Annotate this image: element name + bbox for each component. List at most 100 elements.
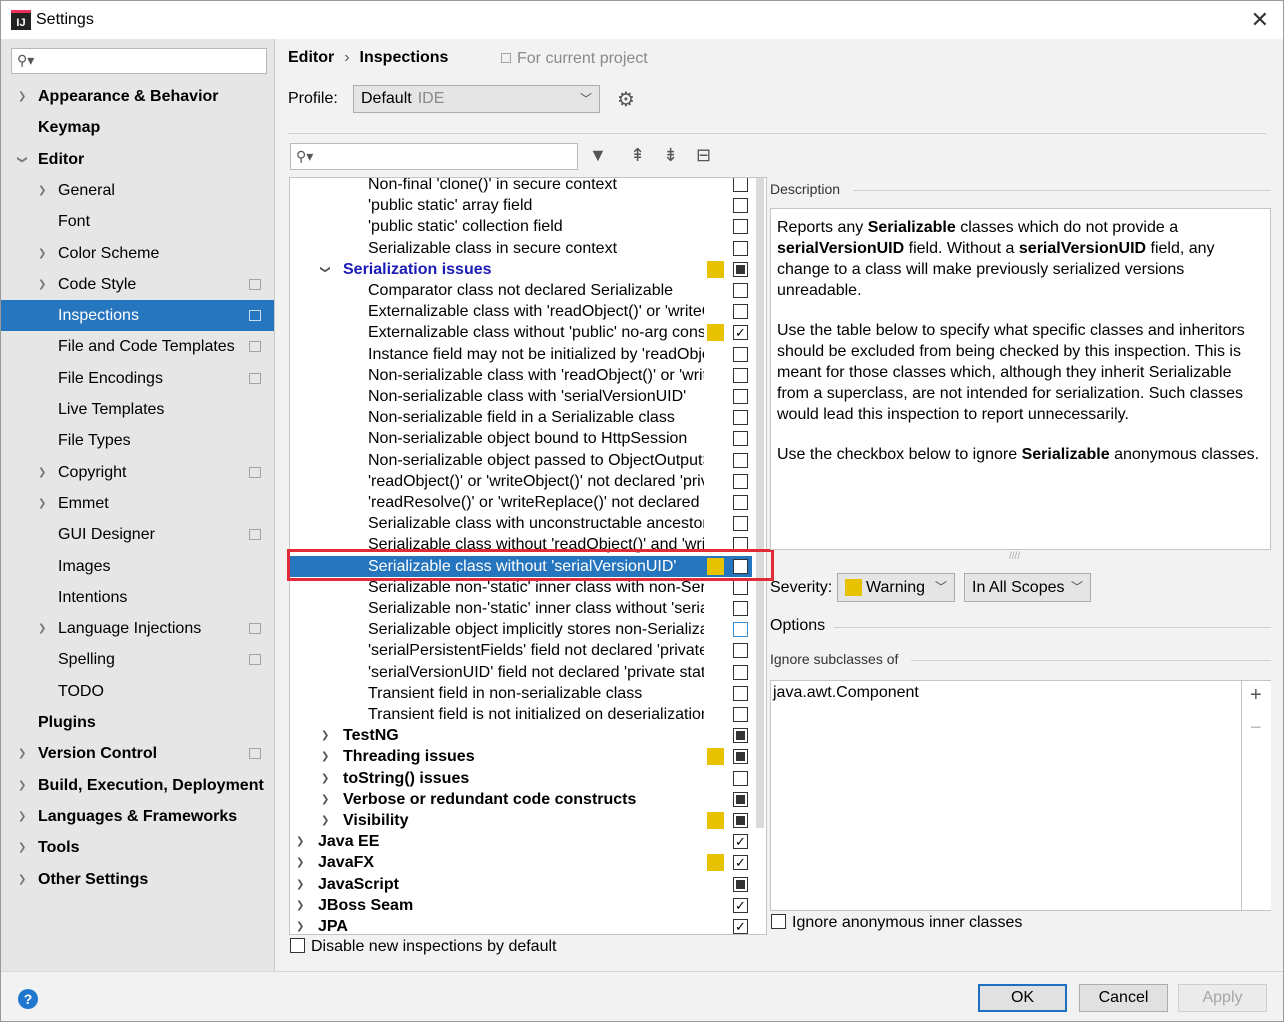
inspection-group-row[interactable]: ❯ Threading issues	[290, 746, 752, 767]
sidebar-item-build-execution-deployment[interactable]: ❯ Build, Execution, Deployment	[1, 770, 274, 801]
chevron-right-icon[interactable]: ❯	[296, 831, 304, 852]
enable-checkbox[interactable]	[733, 178, 748, 192]
close-icon[interactable]: ✕	[1251, 7, 1269, 33]
cancel-button[interactable]: Cancel	[1079, 984, 1168, 1012]
sidebar-item-emmet[interactable]: ❯ Emmet	[1, 488, 274, 519]
chevron-right-icon[interactable]: ❯	[321, 746, 329, 767]
enable-checkbox[interactable]	[733, 261, 748, 277]
inspection-row[interactable]: Non-serializable class with 'readObject(…	[290, 365, 752, 386]
enable-checkbox[interactable]	[733, 685, 748, 701]
sidebar-item-font[interactable]: Font	[1, 206, 274, 237]
enable-checkbox[interactable]	[733, 346, 748, 362]
chevron-right-icon[interactable]: ❯	[18, 81, 26, 112]
inspection-group-row[interactable]: ❯ JavaScript	[290, 874, 752, 895]
inspection-group-row[interactable]: ❯ Verbose or redundant code constructs	[290, 789, 752, 810]
scrollbar-thumb[interactable]	[756, 178, 764, 828]
sidebar-item-editor[interactable]: ❮ Editor	[1, 144, 274, 175]
checkbox-box[interactable]	[771, 914, 786, 929]
enable-checkbox[interactable]: ✓	[733, 897, 748, 913]
enable-checkbox[interactable]	[733, 198, 748, 214]
chevron-right-icon[interactable]: ❯	[38, 488, 46, 519]
enable-checkbox[interactable]	[733, 410, 748, 426]
enable-checkbox[interactable]	[733, 622, 748, 638]
disable-new-inspections-checkbox[interactable]: Disable new inspections by default	[290, 938, 556, 956]
sidebar-item-other-settings[interactable]: ❯ Other Settings	[1, 864, 274, 895]
sidebar-item-spelling[interactable]: Spelling	[1, 644, 274, 675]
collapse-all-icon[interactable]: ⇟	[663, 145, 678, 166]
severity-dropdown[interactable]: Warning ﹀	[837, 573, 955, 602]
enable-checkbox[interactable]	[733, 770, 748, 786]
enable-checkbox[interactable]	[733, 219, 748, 235]
sidebar-item-appearance-behavior[interactable]: ❯ Appearance & Behavior	[1, 81, 274, 112]
enable-checkbox[interactable]	[733, 643, 748, 659]
chevron-right-icon[interactable]: ❯	[18, 832, 26, 863]
sidebar-item-live-templates[interactable]: Live Templates	[1, 394, 274, 425]
enable-checkbox[interactable]: ✓	[733, 855, 748, 871]
enable-checkbox[interactable]	[733, 516, 748, 532]
inspection-row[interactable]: Non-serializable object bound to HttpSes…	[290, 428, 752, 449]
ok-button[interactable]: OK	[978, 984, 1067, 1012]
inspection-row[interactable]: 'serialPersistentFields' field not decla…	[290, 640, 752, 661]
sidebar-item-todo[interactable]: TODO	[1, 676, 274, 707]
inspection-group-row[interactable]: ❯ JBoss Seam ✓	[290, 895, 752, 916]
chevron-right-icon[interactable]: ❯	[321, 810, 329, 831]
inspection-row[interactable]: 'public static' collection field	[290, 216, 752, 237]
chevron-right-icon[interactable]: ❯	[321, 725, 329, 746]
chevron-right-icon[interactable]: ❯	[38, 269, 46, 300]
inspection-row[interactable]: Serializable class in secure context	[290, 238, 752, 259]
sidebar-item-file-types[interactable]: File Types	[1, 425, 274, 456]
inspection-row[interactable]: Comparator class not declared Serializab…	[290, 280, 752, 301]
inspection-row[interactable]: Transient field in non-serializable clas…	[290, 683, 752, 704]
sidebar-item-gui-designer[interactable]: GUI Designer	[1, 519, 274, 550]
help-icon[interactable]: ?	[18, 989, 38, 1009]
inspection-row[interactable]: Non-final 'clone()' in secure context	[290, 178, 752, 195]
sidebar-item-version-control[interactable]: ❯ Version Control	[1, 738, 274, 769]
settings-search-input[interactable]: ⚲▾	[11, 48, 267, 74]
sidebar-item-intentions[interactable]: Intentions	[1, 582, 274, 613]
chevron-right-icon[interactable]: ❯	[18, 864, 26, 895]
chevron-right-icon[interactable]: ❯	[296, 852, 304, 873]
reset-to-default-icon[interactable]: ⊟	[696, 145, 711, 166]
chevron-down-icon[interactable]: ❯	[315, 265, 336, 273]
enable-checkbox[interactable]	[733, 601, 748, 616]
chevron-right-icon[interactable]: ❯	[296, 916, 304, 934]
enable-checkbox[interactable]	[733, 304, 748, 320]
inspection-row[interactable]: Non-serializable class with 'serialVersi…	[290, 386, 752, 407]
sidebar-item-copyright[interactable]: ❯ Copyright	[1, 457, 274, 488]
inspection-row[interactable]: Serializable non-'static' inner class wi…	[290, 598, 752, 619]
inspection-group-row[interactable]: ❯ Visibility	[290, 810, 752, 831]
chevron-right-icon[interactable]: ❯	[321, 768, 329, 789]
checkbox-box[interactable]	[290, 938, 305, 953]
splitter-handle[interactable]: ////	[1009, 551, 1020, 562]
enable-checkbox[interactable]	[733, 431, 748, 447]
sidebar-item-file-and-code-templates[interactable]: File and Code Templates	[1, 331, 274, 362]
sidebar-item-language-injections[interactable]: ❯ Language Injections	[1, 613, 274, 644]
add-icon[interactable]: +	[1250, 684, 1262, 707]
inspection-row[interactable]: Serializable class with unconstructable …	[290, 513, 752, 534]
sidebar-item-tools[interactable]: ❯ Tools	[1, 832, 274, 863]
chevron-right-icon[interactable]: ❯	[38, 175, 46, 206]
enable-checkbox[interactable]	[733, 389, 748, 404]
chevron-right-icon[interactable]: ❯	[38, 457, 46, 488]
enable-checkbox[interactable]	[733, 876, 748, 892]
inspection-search-input[interactable]: ⚲▾	[290, 143, 578, 170]
enable-checkbox[interactable]	[733, 749, 748, 765]
filter-icon[interactable]: ▼	[589, 145, 607, 166]
chevron-right-icon[interactable]: ❯	[18, 801, 26, 832]
chevron-right-icon[interactable]: ❯	[38, 238, 46, 269]
inspection-row[interactable]: 'serialVersionUID' field not declared 'p…	[290, 662, 752, 683]
ignore-anonymous-checkbox[interactable]: Ignore anonymous inner classes	[771, 914, 1022, 932]
enable-checkbox[interactable]	[733, 367, 748, 383]
inspection-group-row[interactable]: ❯ Serialization issues	[290, 259, 752, 280]
profile-dropdown[interactable]: Default IDE ﹀	[353, 85, 600, 113]
enable-checkbox[interactable]: ✓	[733, 325, 748, 341]
sidebar-item-images[interactable]: Images	[1, 551, 274, 582]
inspection-group-row[interactable]: ❯ Java EE ✓	[290, 831, 752, 852]
inspection-row[interactable]: 'readResolve()' or 'writeReplace()' not …	[290, 492, 752, 513]
inspection-row[interactable]: Non-serializable object passed to Object…	[290, 450, 752, 471]
enable-checkbox[interactable]	[733, 791, 748, 807]
chevron-right-icon[interactable]: ❯	[18, 770, 26, 801]
enable-checkbox[interactable]	[733, 707, 748, 722]
enable-checkbox[interactable]	[733, 452, 748, 468]
sidebar-item-inspections[interactable]: Inspections	[1, 300, 274, 332]
